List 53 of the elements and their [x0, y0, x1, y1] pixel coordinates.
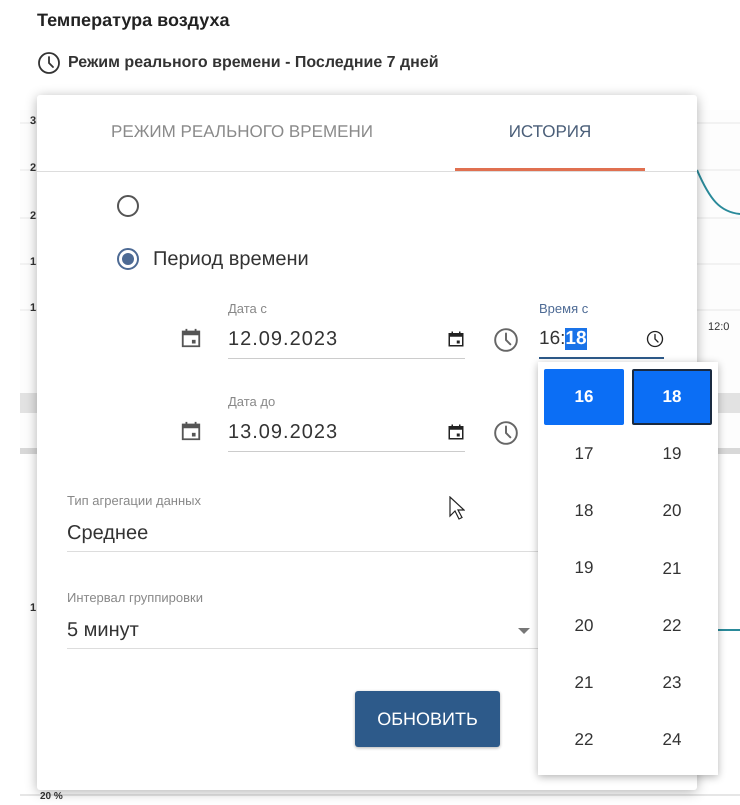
field-value: 5 минут	[67, 619, 139, 642]
axis-tick-label: 12:0	[708, 321, 730, 333]
radio-button[interactable]	[117, 195, 139, 217]
time-option[interactable]: 19	[632, 426, 712, 482]
date-value: 13.09.2023	[228, 420, 338, 444]
time-option[interactable]: 20	[632, 483, 712, 540]
calendar-icon[interactable]	[180, 420, 202, 442]
field-label: Дата до	[228, 394, 276, 409]
time-value-text: 16:	[539, 328, 566, 350]
time-option[interactable]: 21	[544, 654, 624, 711]
time-option[interactable]: 23	[632, 654, 712, 711]
time-option[interactable]: 18	[544, 483, 624, 540]
mouse-cursor-icon	[449, 496, 465, 520]
date-field[interactable]: Дата с 12.09.2023	[228, 301, 465, 359]
field-label: Интервал группировки	[67, 590, 204, 605]
time-option[interactable]: 21	[632, 540, 712, 597]
axis-tick-label: 2	[30, 210, 36, 222]
clock-icon	[646, 330, 664, 348]
clock-icon	[493, 420, 519, 446]
time-option[interactable]: 19	[544, 540, 624, 597]
time-option[interactable]: 20	[544, 598, 624, 654]
calendar-icon[interactable]	[447, 330, 465, 348]
time-value-text: 18	[565, 328, 587, 350]
update-button[interactable]: ОБНОВИТЬ	[355, 691, 500, 747]
axis-tick-label: 2	[30, 162, 36, 174]
dropdown-arrow-icon	[518, 628, 530, 634]
calendar-icon[interactable]	[180, 327, 202, 349]
time-option[interactable]: 22	[632, 598, 712, 654]
date-value: 12.09.2023	[228, 328, 338, 350]
time-option[interactable]: 17	[544, 426, 624, 482]
field-value: Среднее	[67, 522, 148, 545]
axis-tick-label: 1	[30, 602, 36, 614]
mode-subtitle: Режим реального времени - Последние 7 дней	[68, 54, 439, 72]
axis-tick-label: 1	[30, 302, 36, 314]
calendar-icon[interactable]	[447, 423, 465, 441]
time-option[interactable]: 22	[544, 712, 624, 768]
time-field[interactable]: Время с 16:18	[539, 301, 664, 359]
axis-tick-label: 1	[30, 256, 36, 268]
date-field[interactable]: Дата до 13.09.2023	[228, 394, 465, 452]
tab[interactable]: ИСТОРИЯ	[455, 95, 645, 171]
radio-label: Период времени	[153, 248, 309, 270]
clock-icon	[493, 327, 519, 353]
radio-button[interactable]	[117, 248, 139, 270]
time-option[interactable]: 18	[632, 369, 712, 426]
clock-icon	[37, 51, 61, 75]
field-label: Время с	[539, 301, 590, 316]
time-option[interactable]: 24	[632, 712, 712, 768]
axis-tick-label: 20 %	[40, 791, 63, 802]
field-label: Дата с	[228, 301, 268, 316]
axis-tick-label: 3	[30, 115, 36, 127]
field-label: Тип агрегации данных	[67, 493, 202, 508]
time-option[interactable]: 16	[544, 369, 624, 426]
panel-title: Температура воздуха	[37, 10, 231, 31]
